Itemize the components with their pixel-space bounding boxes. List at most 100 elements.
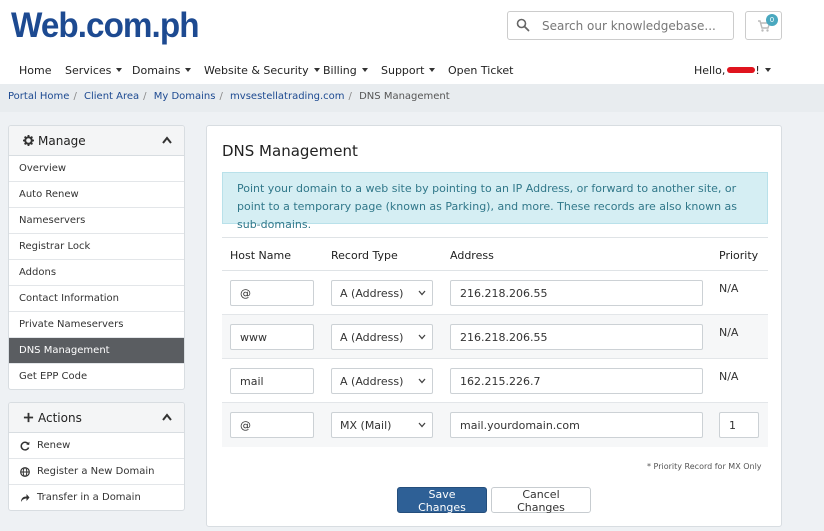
sidebar-item-label: Private Nameservers [19, 319, 124, 330]
sidebar-item-auto-renew[interactable]: Auto Renew [9, 182, 184, 208]
record-type-value: MX (Mail) [340, 419, 392, 432]
table-row: A (Address) N/A [222, 271, 768, 315]
save-changes-button[interactable]: Save Changes [397, 487, 487, 514]
address-input[interactable] [450, 412, 703, 438]
nav-services[interactable]: Services [65, 64, 123, 77]
priority-na: N/A [719, 326, 739, 339]
sidebar-action-label: Register a New Domain [37, 466, 155, 477]
nav-support[interactable]: Support [381, 64, 436, 77]
nav-home[interactable]: Home [19, 64, 51, 77]
breadcrumb-current: DNS Management [359, 91, 450, 102]
nav-billing[interactable]: Billing [323, 64, 368, 77]
chevron-down-icon [418, 334, 426, 340]
record-type-select[interactable]: MX (Mail) [331, 412, 433, 438]
refresh-icon [20, 441, 30, 451]
sidebar-item-label: Auto Renew [19, 189, 79, 200]
globe-icon [20, 467, 30, 477]
redacted-username [727, 67, 756, 73]
breadcrumb-domain[interactable]: mvsestellatrading.com [230, 91, 345, 102]
sidebar-action-transfer-domain[interactable]: Transfer in a Domain [9, 485, 184, 510]
column-header-priority: Priority [719, 249, 759, 262]
info-alert: Point your domain to a web site by point… [222, 172, 768, 231]
nav-website-security-label: Website & Security [204, 64, 309, 77]
main-nav: Home Services Domains Website & Security… [0, 60, 824, 82]
breadcrumb-my-domains[interactable]: My Domains [154, 91, 216, 102]
sidebar-item-nameservers[interactable]: Nameservers [9, 208, 184, 234]
record-type-select[interactable]: A (Address) [331, 368, 433, 394]
column-header-record-type: Record Type [331, 249, 398, 262]
sidebar-item-registrar-lock[interactable]: Registrar Lock [9, 234, 184, 260]
host-name-input[interactable] [230, 368, 314, 394]
chevron-down-icon [418, 290, 426, 296]
sidebar-item-label: Registrar Lock [19, 241, 91, 252]
sidebar-item-label: DNS Management [19, 345, 110, 356]
cancel-changes-button[interactable]: Cancel Changes [491, 487, 591, 514]
table-row: MX (Mail) [222, 403, 768, 447]
chevron-up-icon[interactable] [162, 413, 172, 421]
chevron-down-icon [418, 378, 426, 384]
nav-services-label: Services [65, 64, 112, 77]
breadcrumb: Portal Home / Client Area / My Domains / mv… [0, 84, 824, 112]
caret-down-icon [361, 68, 368, 72]
search-box[interactable] [507, 11, 734, 40]
record-type-select[interactable]: A (Address) [331, 324, 433, 350]
dns-management-card: DNS Management Point your domain to a we… [206, 125, 782, 527]
caret-down-icon [185, 68, 192, 72]
nav-website-security[interactable]: Website & Security [204, 64, 320, 77]
nav-domains-label: Domains [132, 64, 181, 77]
host-name-input[interactable] [230, 324, 314, 350]
user-menu[interactable]: Hello,! [694, 64, 771, 77]
sidebar-action-register-domain[interactable]: Register a New Domain [9, 459, 184, 485]
breadcrumb-client-area[interactable]: Client Area [84, 91, 139, 102]
search-input[interactable] [542, 16, 728, 36]
share-icon [21, 494, 30, 502]
sidebar-item-label: Nameservers [19, 215, 86, 226]
sidebar-item-contact-information[interactable]: Contact Information [9, 286, 184, 312]
search-icon [516, 18, 530, 32]
breadcrumb-separator: / [348, 91, 352, 102]
dns-records-table: Host Name Record Type Address Priority A… [222, 237, 768, 447]
host-name-input[interactable] [230, 280, 314, 306]
sidebar-action-renew[interactable]: Renew [9, 433, 184, 459]
manage-panel-header[interactable]: Manage [9, 126, 184, 156]
actions-panel-header[interactable]: Actions [9, 403, 184, 433]
sidebar-item-addons[interactable]: Addons [9, 260, 184, 286]
cart-button[interactable]: 0 [745, 11, 782, 40]
chevron-up-icon[interactable] [162, 136, 172, 144]
sidebar-action-label: Renew [37, 440, 71, 451]
actions-panel-title: Actions [38, 411, 82, 425]
logo[interactable]: Web.com.ph [11, 4, 200, 48]
host-name-input[interactable] [230, 412, 314, 438]
column-header-address: Address [450, 249, 494, 262]
address-input[interactable] [450, 368, 703, 394]
nav-domains[interactable]: Domains [132, 64, 192, 77]
sidebar-item-label: Contact Information [19, 293, 119, 304]
nav-billing-label: Billing [323, 64, 357, 77]
breadcrumb-portal-home[interactable]: Portal Home [8, 91, 69, 102]
address-input[interactable] [450, 324, 703, 350]
caret-down-icon [429, 68, 436, 72]
chevron-down-icon [418, 422, 426, 428]
record-type-value: A (Address) [340, 375, 404, 388]
sidebar-item-private-nameservers[interactable]: Private Nameservers [9, 312, 184, 338]
nav-home-label: Home [19, 64, 52, 77]
priority-na: N/A [719, 282, 739, 295]
nav-open-ticket[interactable]: Open Ticket [448, 64, 513, 77]
priority-input[interactable] [719, 412, 759, 438]
record-type-select[interactable]: A (Address) [331, 280, 433, 306]
sidebar-item-dns-management[interactable]: DNS Management [9, 338, 184, 364]
site-header: Web.com.ph 0 Home Services Domains Websi… [0, 0, 824, 84]
manage-panel-title: Manage [38, 134, 86, 148]
actions-panel: Actions Renew Register a New Domain Tran… [8, 402, 185, 511]
sidebar-item-label: Get EPP Code [19, 371, 88, 382]
sidebar-item-label: Overview [19, 163, 67, 174]
sidebar-item-overview[interactable]: Overview [9, 156, 184, 182]
priority-na: N/A [719, 370, 739, 383]
address-input[interactable] [450, 280, 703, 306]
breadcrumb-separator: / [219, 91, 223, 102]
record-type-value: A (Address) [340, 331, 404, 344]
breadcrumb-separator: / [143, 91, 147, 102]
sidebar-action-label: Transfer in a Domain [37, 492, 141, 503]
sidebar-item-get-epp-code[interactable]: Get EPP Code [9, 364, 184, 389]
breadcrumb-separator: / [73, 91, 77, 102]
